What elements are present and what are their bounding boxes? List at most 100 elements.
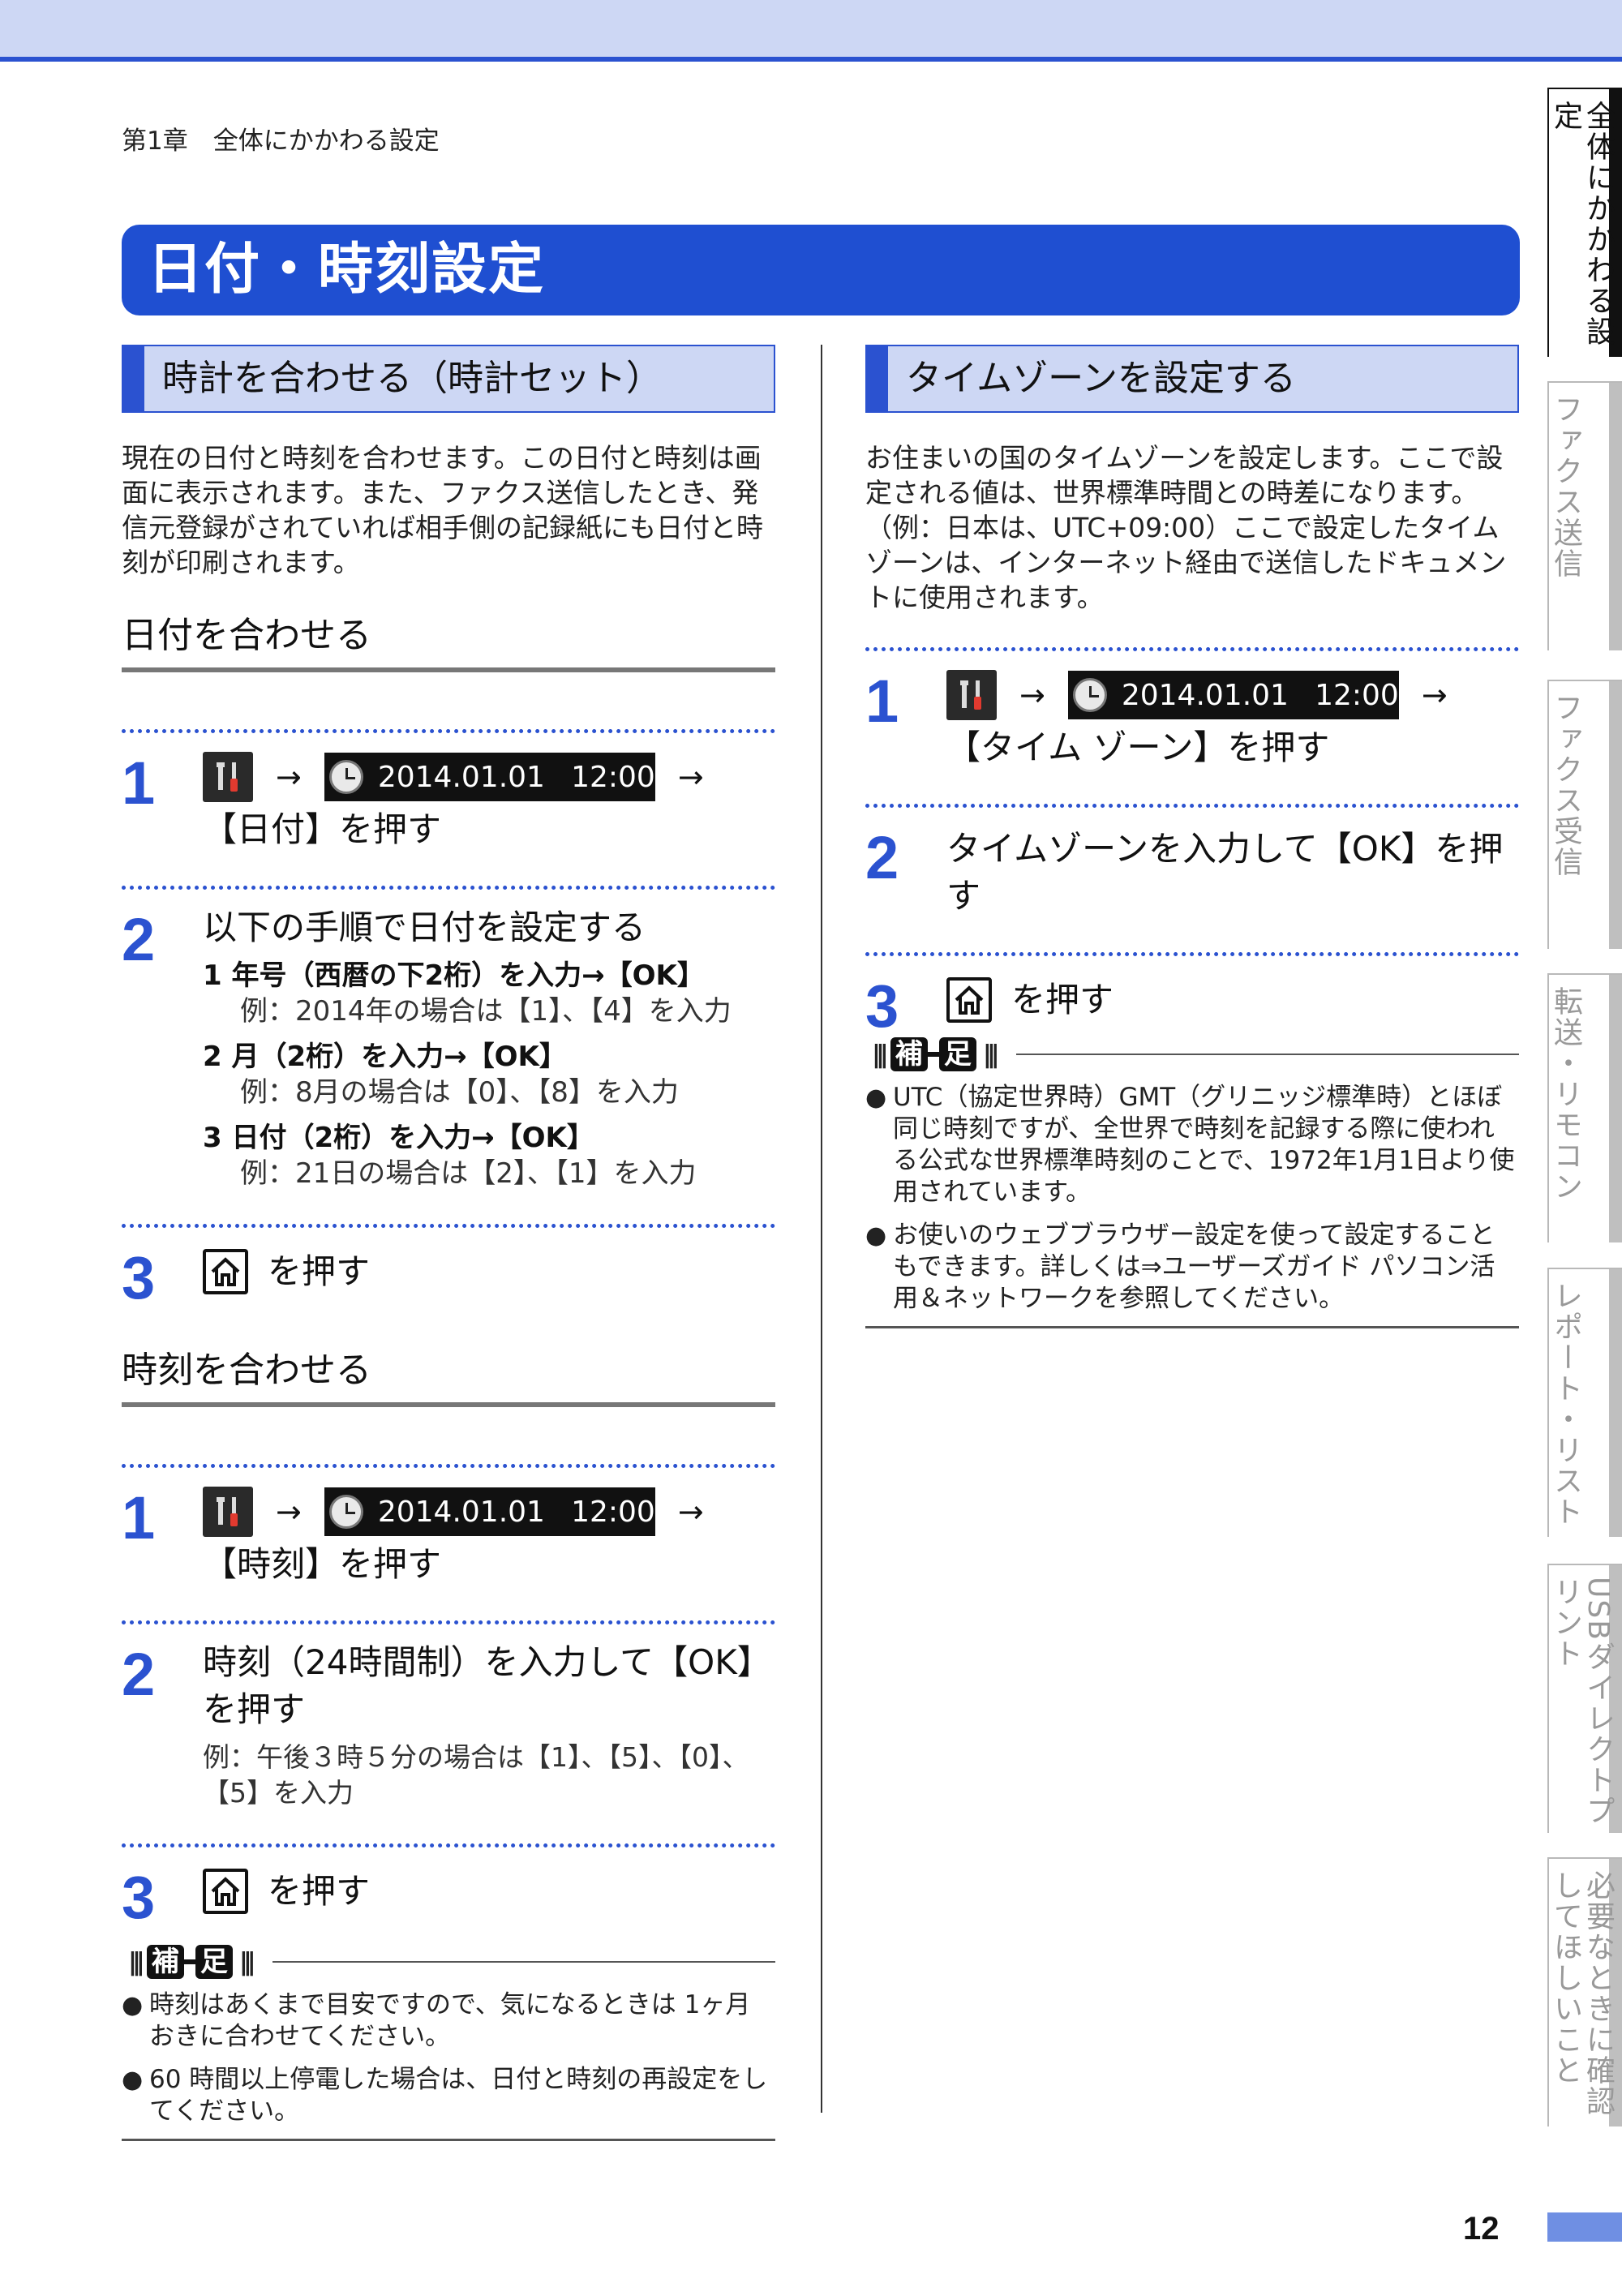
note-badge: ||| 補 足 ||| — [122, 1945, 258, 1979]
arrow: → — [677, 759, 704, 795]
badge-char: 足 — [938, 1037, 976, 1071]
page-title: 日付・時刻設定 — [122, 225, 1520, 315]
datetime-display-button[interactable]: 2014.01.01 12:00 — [324, 1487, 655, 1536]
step-number: 1 — [865, 667, 899, 735]
left-column: 時計を合わせる（時計セット） 現在の日付と時刻を合わせます。この日付と時刻は画面… — [122, 345, 775, 2141]
arrow: → — [276, 1494, 302, 1530]
side-tab-forward-remote[interactable]: 転送・リモコン — [1547, 973, 1622, 1242]
badge-char: 足 — [195, 1945, 233, 1979]
lcd-time: 12:00 — [1315, 678, 1399, 712]
substep-lead: 1 年号（西暦の下2桁）を入力→【OK】 — [203, 959, 705, 992]
clock-intro: 現在の日付と時刻を合わせます。この日付と時刻は画面に表示されます。また、ファクス… — [122, 442, 764, 578]
substep-example: 例：21日の場合は【2】、【1】を入力 — [240, 1157, 697, 1190]
substep-lead: 2 月（2桁）を入力→【OK】 — [203, 1041, 567, 1073]
side-tab-label: 必要なときに確認してほしいこと — [1549, 1870, 1615, 2117]
page-number: 12 — [1463, 2211, 1500, 2247]
section-title-clock: 時計を合わせる（時計セット） — [122, 345, 775, 413]
side-tab-label: ファクス受信 — [1549, 693, 1582, 878]
tz-step-1: 1 → 2014.01.01 12:00 → 【タイム ゾーン】を押す — [865, 647, 1519, 771]
lcd-date: 2014.01.01 — [377, 760, 545, 794]
step-instruction: 【時刻】を押す — [203, 1544, 442, 1584]
step-instruction: 時刻（24時間制）を入力して【OK】を押す — [203, 1642, 771, 1729]
clock-icon — [1072, 678, 1107, 712]
home-icon[interactable] — [203, 1249, 248, 1294]
settings-tools-icon[interactable] — [203, 752, 253, 802]
step-number: 3 — [865, 972, 899, 1040]
substep: 1 年号（西暦の下2桁）を入力→【OK】 例：2014年の場合は【1】、【4】を… — [203, 958, 775, 1029]
date-step-1: 1 → 2014.01.01 12:00 → 【日付】を押す — [122, 729, 775, 853]
home-glyph — [211, 1257, 240, 1286]
badge-bars-right: ||| — [238, 1947, 256, 1976]
arrow: → — [1421, 677, 1448, 713]
subhead-date: 日付を合わせる — [122, 611, 775, 672]
settings-tools-icon[interactable] — [203, 1487, 253, 1537]
note-box: ||| 補 足 ||| ● 時刻はあくまで目安ですので、気になるときは 1ヶ月おき… — [122, 1941, 775, 2141]
subhead-time: 時刻を合わせる — [122, 1345, 775, 1407]
substep: 2 月（2桁）を入力→【OK】 例：8月の場合は【0】、【8】を入力 — [203, 1039, 775, 1110]
step-number: 1 — [122, 1484, 156, 1551]
lcd-date: 2014.01.01 — [377, 1495, 545, 1529]
note-bullet: ● お使いのウェブブラウザー設定を使って設定することもできます。詳しくは⇒ユーザー… — [865, 1221, 1495, 1313]
right-column: タイムゾーンを設定する お住まいの国のタイムゾーンを設定します。ここで設定される… — [865, 345, 1519, 1328]
substep-lead: 3 日付（2桁）を入力→【OK】 — [203, 1122, 594, 1154]
clock-icon — [328, 1495, 363, 1529]
note-bullet: ● 時刻はあくまで目安ですので、気になるときは 1ヶ月おきに合わせてください。 — [122, 1990, 751, 2051]
note-box: ||| 補 足 ||| ● UTC（協定世界時）GMT（グリニッジ標準時）とほぼ同… — [865, 1033, 1519, 1328]
lcd-time: 12:00 — [571, 760, 655, 794]
tools-glyph — [960, 680, 981, 710]
step-instruction: 【日付】を押す — [203, 809, 442, 849]
top-band — [0, 0, 1622, 57]
side-tab-things-to-check[interactable]: 必要なときに確認してほしいこと — [1547, 1857, 1622, 2126]
step-number: 2 — [122, 1641, 156, 1708]
date-step-3: 3 を押す — [122, 1224, 775, 1321]
timezone-intro: お住まいの国のタイムゾーンを設定します。ここで設定される値は、世界標準時間との時… — [865, 442, 1507, 613]
side-tab-report-list[interactable]: レポート・リスト — [1547, 1268, 1622, 1537]
datetime-display-button[interactable]: 2014.01.01 12:00 — [1067, 671, 1399, 719]
date-step-2: 2 以下の手順で日付を設定する 1 年号（西暦の下2桁）を入力→【OK】 例：2… — [122, 886, 775, 1191]
side-tab-fax-send[interactable]: ファクス送信 — [1547, 381, 1622, 650]
note-bullet: ● UTC（協定世界時）GMT（グリニッジ標準時）とほぼ同じ時刻ですが、全世界で時… — [865, 1083, 1515, 1207]
substep-example: 例：2014年の場合は【1】、【4】を入力 — [240, 995, 732, 1028]
time-step-3: 3 を押す — [122, 1843, 775, 1930]
substep: 3 日付（2桁）を入力→【OK】 例：21日の場合は【2】、【1】を入力 — [203, 1120, 775, 1191]
side-tab-label: USBダイレクトプリント — [1549, 1577, 1615, 1826]
time-step-2: 2 時刻（24時間制）を入力して【OK】を押す 例：午後３時５分の場合は【1】、… — [122, 1620, 775, 1811]
chapter-header: 第1章 全体にかかわる設定 — [122, 127, 440, 156]
side-tab-fax-receive[interactable]: ファクス受信 — [1547, 680, 1622, 949]
tz-step-2: 2 タイムゾーンを入力して【OK】を押す — [865, 804, 1519, 920]
arrow: → — [1019, 677, 1045, 713]
substep-example: 例：8月の場合は【0】、【8】を入力 — [240, 1076, 679, 1109]
side-tab-usb-direct-print[interactable]: USBダイレクトプリント — [1547, 1564, 1622, 1833]
column-divider — [821, 345, 822, 2113]
arrow: → — [677, 1494, 704, 1530]
tz-step-3: 3 を押す — [865, 952, 1519, 1039]
settings-tools-icon[interactable] — [946, 670, 997, 720]
arrow: → — [276, 759, 302, 795]
side-tab-label: 全体にかかわる設定 — [1549, 101, 1615, 347]
badge-bars-left: ||| — [128, 1947, 145, 1976]
datetime-display-button[interactable]: 2014.01.01 12:00 — [324, 753, 655, 801]
step-number: 2 — [865, 824, 899, 891]
badge-char: 補 — [890, 1037, 928, 1071]
step-instruction: 【タイム ゾーン】を押す — [946, 727, 1330, 767]
home-icon[interactable] — [203, 1869, 248, 1914]
step-instruction: を押す — [268, 1251, 371, 1291]
step-number: 1 — [122, 749, 156, 817]
step-number: 3 — [122, 1244, 156, 1311]
side-tab-label: 転送・リモコン — [1549, 986, 1582, 1202]
step-instruction: を押す — [1011, 980, 1114, 1019]
side-tab-label: レポート・リスト — [1549, 1281, 1582, 1527]
page-number-bar — [1547, 2212, 1622, 2242]
step-instruction: タイムゾーンを入力して【OK】を押す — [946, 829, 1504, 916]
badge-bars-right: ||| — [982, 1040, 1000, 1069]
side-tab-label: ファクス送信 — [1549, 394, 1582, 579]
badge-bars-left: ||| — [872, 1040, 889, 1069]
home-icon[interactable] — [946, 977, 992, 1023]
side-tab-general-settings[interactable]: 全体にかかわる設定 — [1547, 88, 1622, 357]
step-example: 例：午後３時５分の場合は【1】、【5】、【0】、【5】を入力 — [203, 1741, 749, 1809]
lcd-time: 12:00 — [571, 1495, 655, 1529]
home-glyph — [955, 985, 984, 1015]
section-title-timezone: タイムゾーンを設定する — [865, 345, 1519, 413]
step-number: 2 — [122, 906, 156, 973]
badge-char: 補 — [146, 1945, 184, 1979]
